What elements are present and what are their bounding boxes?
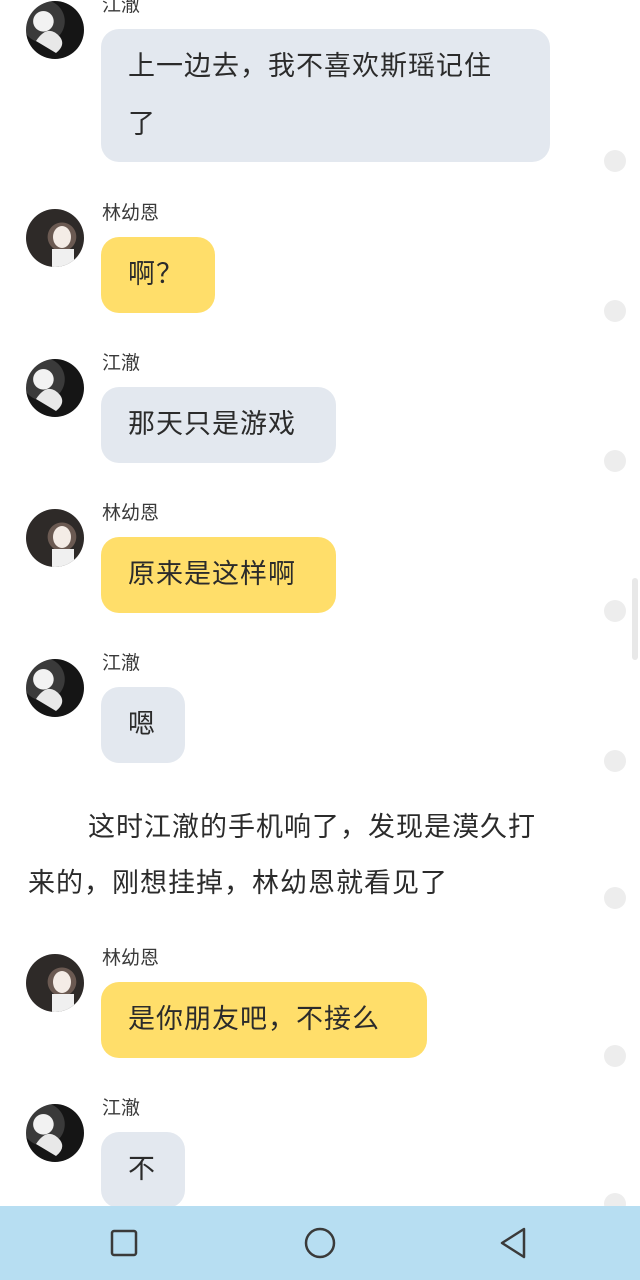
message-text-line: 了 [128,109,156,140]
sender-name: 江澈 [102,1097,141,1119]
message-text-line: 上一边去，我不喜欢斯瑶记住 [128,51,492,82]
avatar-linyouen[interactable] [26,209,84,267]
navigation-bar [0,1206,640,1280]
triangle-back-icon[interactable] [491,1220,537,1266]
sender-name: 江澈 [102,652,141,674]
message-bubble[interactable]: 是你朋友吧，不接么 [101,982,427,1058]
side-dot-icon[interactable] [604,300,626,322]
narration-text: 这时江澈的手机响了，发现是漠久打 来的，刚想挂掉，林幼恩就看见了 [28,800,588,912]
message-text: 不 [128,1154,156,1185]
narration-line: 来的，刚想挂掉，林幼恩就看见了 [28,868,448,899]
side-dot-icon[interactable] [604,600,626,622]
avatar-linyouen[interactable] [26,509,84,567]
avatar-jiangche[interactable] [26,359,84,417]
side-dot-icon[interactable] [604,887,626,909]
sender-name: 林幼恩 [102,947,160,969]
side-dot-icon[interactable] [604,750,626,772]
circle-icon[interactable] [297,1220,343,1266]
message-bubble[interactable]: 嗯 [101,687,185,763]
side-dot-icon[interactable] [604,450,626,472]
message-bubble[interactable]: 上一边去，我不喜欢斯瑶记住 了 [101,29,550,162]
avatar-jiangche[interactable] [26,659,84,717]
message-text: 啊？ [128,259,184,290]
side-dot-icon[interactable] [604,150,626,172]
message-text: 原来是这样啊 [128,559,296,590]
square-icon[interactable] [101,1220,147,1266]
sender-name: 林幼恩 [102,202,160,224]
sender-name: 林幼恩 [102,502,160,524]
avatar-linyouen[interactable] [26,954,84,1012]
message-bubble[interactable]: 那天只是游戏 [101,387,336,463]
message-text: 是你朋友吧，不接么 [128,1004,380,1035]
avatar-jiangche[interactable] [26,1104,84,1162]
message-text: 那天只是游戏 [128,409,296,440]
avatar-jiangche[interactable] [26,1,84,59]
sender-name: 江澈 [102,0,141,16]
sender-name: 江澈 [102,352,141,374]
message-bubble[interactable]: 啊？ [101,237,215,313]
message-text: 嗯 [128,709,156,740]
message-bubble[interactable]: 不 [101,1132,185,1208]
message-bubble[interactable]: 原来是这样啊 [101,537,336,613]
side-dot-icon[interactable] [604,1045,626,1067]
narration-line: 这时江澈的手机响了，发现是漠久打 [88,812,536,843]
scrollbar[interactable] [632,578,638,660]
